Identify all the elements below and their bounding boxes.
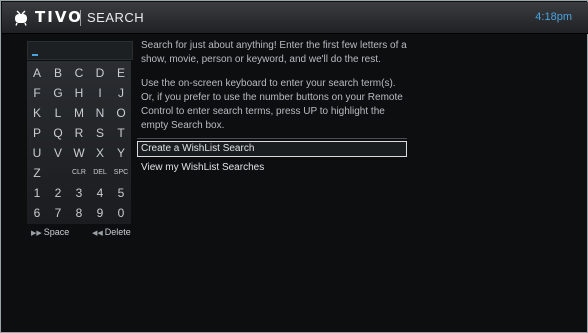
key[interactable]: S (90, 123, 110, 143)
keyboard-row: P Q R S T (27, 123, 131, 143)
space-key[interactable]: SPC (111, 163, 131, 183)
tivo-logo-icon (15, 10, 27, 26)
key[interactable]: 6 (27, 203, 47, 223)
text-cursor (32, 54, 38, 56)
menu-divider (137, 138, 407, 139)
space-hint-label: Space (43, 227, 70, 237)
key[interactable]: L (48, 103, 68, 123)
keyboard-row: 1 2 3 4 5 (27, 183, 131, 203)
key[interactable]: P (27, 123, 47, 143)
delete-hint: ◀◀ Delete (92, 227, 131, 237)
key[interactable]: K (27, 103, 47, 123)
key[interactable]: C (69, 63, 89, 83)
key[interactable]: 7 (48, 203, 68, 223)
search-instructions: Search for just about anything! Enter th… (141, 40, 407, 65)
key[interactable]: B (48, 63, 68, 83)
header-divider (80, 10, 81, 26)
key[interactable]: R (69, 123, 89, 143)
key[interactable]: M (69, 103, 89, 123)
space-hint: ▶▶ Space (31, 227, 69, 237)
key[interactable]: I (90, 83, 110, 103)
keyboard-instructions: Use the on-screen keyboard to enter your… (141, 78, 403, 131)
keyboard-row: K L M N O (27, 103, 131, 123)
key[interactable]: V (48, 143, 68, 163)
key[interactable]: 4 (90, 183, 110, 203)
key[interactable]: 0 (111, 203, 131, 223)
key[interactable]: J (111, 83, 131, 103)
key[interactable]: D (90, 63, 110, 83)
fast-forward-icon: ▶▶ (31, 230, 42, 237)
clear-key[interactable]: CLR (69, 163, 89, 183)
key[interactable]: W (69, 143, 89, 163)
search-input[interactable] (27, 41, 133, 60)
keyboard-row: F G H I J (27, 83, 131, 103)
key[interactable]: H (69, 83, 89, 103)
key[interactable]: 2 (48, 183, 68, 203)
keyboard-row: 6 7 8 9 0 (27, 203, 131, 223)
key[interactable]: G (48, 83, 68, 103)
key[interactable]: 9 (90, 203, 110, 223)
key[interactable]: 3 (69, 183, 89, 203)
key[interactable]: T (111, 123, 131, 143)
key[interactable]: O (111, 103, 131, 123)
delete-key[interactable]: DEL (90, 163, 110, 183)
key[interactable]: Y (111, 143, 131, 163)
key[interactable]: U (27, 143, 47, 163)
keyboard-row: Z CLR DEL SPC (27, 163, 131, 183)
page-title: SEARCH (87, 10, 145, 25)
header-bar: TIVO SEARCH 4:18pm (2, 2, 588, 34)
key[interactable]: N (90, 103, 110, 123)
key[interactable]: Q (48, 123, 68, 143)
delete-hint-label: Delete (104, 227, 131, 237)
brand-name: TIVO (35, 8, 83, 26)
on-screen-keyboard: A B C D E F G H I J K L M N O P Q R S T (27, 61, 131, 224)
view-wishlist-searches-option[interactable]: View my WishList Searches (137, 160, 407, 176)
key[interactable]: X (90, 143, 110, 163)
create-wishlist-search-option[interactable]: Create a WishList Search (137, 141, 407, 157)
key[interactable]: A (27, 63, 47, 83)
clock: 4:18pm (535, 11, 572, 23)
keyboard-row: U V W X Y (27, 143, 131, 163)
key[interactable]: E (111, 63, 131, 83)
key[interactable]: Z (27, 163, 47, 183)
tivo-screen: TIVO SEARCH 4:18pm A B C D E F G H I J K… (0, 0, 588, 333)
keyboard-row: A B C D E (27, 63, 131, 83)
key[interactable]: 5 (111, 183, 131, 203)
key[interactable]: 8 (69, 203, 89, 223)
rewind-icon: ◀◀ (92, 230, 103, 237)
key[interactable]: F (27, 83, 47, 103)
key[interactable]: 1 (27, 183, 47, 203)
